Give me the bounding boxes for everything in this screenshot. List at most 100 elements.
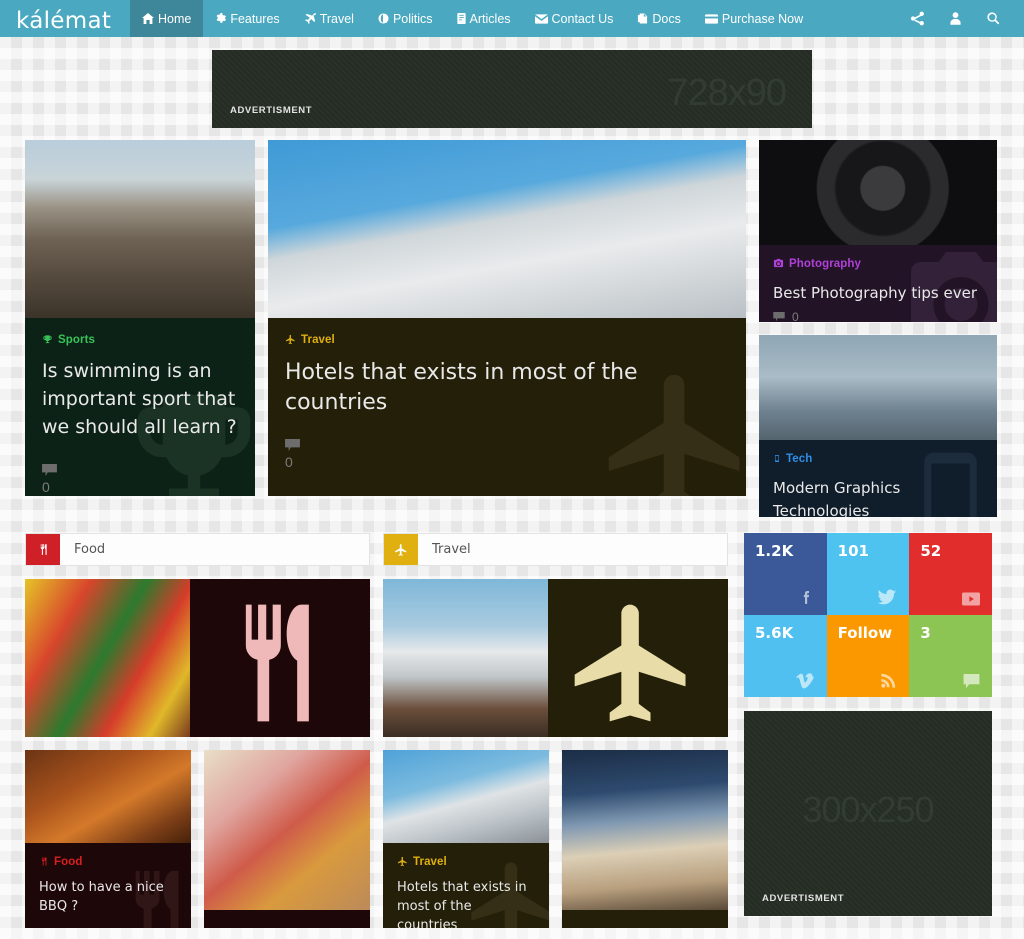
food-small-card-bbq-overlay: Food How to have a nice BBQ ? <box>25 843 191 928</box>
nav-item-travel[interactable]: Travel <box>292 0 366 37</box>
section-food-header[interactable]: Food <box>25 533 370 566</box>
hero-card-photography-overlay: Photography Best Photography tips ever 0 <box>759 245 997 322</box>
nav-item-purchase-now[interactable]: Purchase Now <box>693 0 815 37</box>
gear-icon <box>215 13 227 24</box>
nav-item-home[interactable]: Home <box>130 0 204 37</box>
social-tile-facebook[interactable]: 1.2K <box>744 533 827 615</box>
site-logo[interactable]: kálémat <box>0 0 130 37</box>
travel-small-card-hotels-title: Hotels that exists in most of the countr… <box>397 880 527 928</box>
section-food-title: Food <box>74 542 106 557</box>
hero-card-travel[interactable]: Travel Hotels that exists in most of the… <box>268 140 746 496</box>
search-icon[interactable] <box>978 4 1008 34</box>
travel-small-card-architecture-image <box>562 750 728 910</box>
hero-card-travel-comment-count: 0 <box>285 454 293 471</box>
globe-icon <box>378 13 389 24</box>
leaderboard-ad[interactable]: 728x90 ADVERTISMENT <box>212 50 812 128</box>
sidebar: 1.2K 101 52 5.6K Follow 3 300x250 ADVERT… <box>744 533 992 928</box>
comment-bubble-icon <box>285 439 729 452</box>
travel-small-row: Travel Hotels that exists in most of the… <box>383 750 728 928</box>
site-logo-text: kálémat <box>16 7 112 34</box>
section-travel-header[interactable]: Travel <box>383 533 728 566</box>
section-food: Food Food Chocolate is a SA <box>25 533 370 928</box>
vimeo-icon <box>795 670 816 690</box>
hero-card-sports-title: Is swimming is an important sport that w… <box>42 360 237 438</box>
leaderboard-ad-size: 728x90 <box>667 72 787 114</box>
nav-item-contact-us-label: Contact Us <box>551 11 614 26</box>
cutlery-icon <box>26 534 60 565</box>
facebook-icon <box>796 588 816 608</box>
hero-card-tech-category[interactable]: Tech <box>773 453 812 465</box>
trophy-icon <box>42 334 53 345</box>
nav-item-docs[interactable]: Docs <box>625 0 692 37</box>
nav-item-contact-us[interactable]: Contact Us <box>523 0 626 37</box>
hero-card-travel-overlay: Travel Hotels that exists in most of the… <box>268 318 746 496</box>
sections-main: Food Food Chocolate is a SA <box>25 533 731 928</box>
hero-card-travel-category-label: Travel <box>301 333 335 346</box>
nav-menu: Home Features Travel Politics Articles C <box>130 0 902 37</box>
travel-small-card-architecture-overlay <box>562 910 728 928</box>
food-small-card-salad-overlay <box>204 910 370 928</box>
social-tile-twitter[interactable]: 101 <box>826 533 910 615</box>
nav-item-articles-label: Articles <box>469 11 511 26</box>
hero-card-travel-title: Hotels that exists in most of the countr… <box>285 360 638 415</box>
camera-icon <box>773 258 784 269</box>
food-small-card-salad-image <box>204 750 370 910</box>
cutlery-watermark-icon <box>205 593 355 737</box>
hero-card-sports-comment-count: 0 <box>42 478 50 495</box>
user-icon[interactable] <box>940 4 970 34</box>
rss-icon <box>879 671 898 690</box>
main-navbar: kálémat Home Features Travel Politics Ar… <box>0 0 1024 37</box>
social-tile-vimeo[interactable]: 5.6K <box>744 615 827 697</box>
rectangle-ad-label: ADVERTISMENT <box>762 893 845 904</box>
social-tile-vimeo-count: 5.6K <box>755 624 794 642</box>
food-small-card-bbq-category[interactable]: Food <box>39 856 83 868</box>
nav-actions <box>902 0 1024 37</box>
hero-card-sports[interactable]: Sports Is swimming is an important sport… <box>25 140 255 496</box>
social-tile-rss[interactable]: Follow <box>826 615 910 697</box>
cutlery-icon <box>39 856 49 867</box>
food-small-card-bbq[interactable]: Food How to have a nice BBQ ? <box>25 750 191 928</box>
hero-card-photography-category[interactable]: Photography <box>773 258 861 270</box>
social-tile-comments-count: 3 <box>920 624 931 642</box>
food-small-card-salad[interactable] <box>204 750 370 928</box>
hero-card-tech[interactable]: Tech Modern Graphics Technologies 0 <box>759 335 997 517</box>
docs-icon <box>637 13 648 24</box>
travel-small-card-hotels-category[interactable]: Travel <box>397 856 447 868</box>
travel-featured-card[interactable]: Travel Top 10 Booking services 0 <box>383 579 728 737</box>
plane-icon <box>397 856 408 867</box>
hero-card-photography-image <box>759 140 997 245</box>
nav-item-politics-label: Politics <box>392 11 433 26</box>
hero-card-sports-category[interactable]: Sports <box>42 334 95 346</box>
hero-card-photography-category-label: Photography <box>789 257 862 270</box>
food-small-card-bbq-category-label: Food <box>54 855 83 868</box>
rectangle-ad[interactable]: 300x250 ADVERTISMENT <box>744 711 992 916</box>
comment-icon <box>962 673 981 690</box>
hero-card-sports-image <box>25 140 255 318</box>
social-tile-comments[interactable]: 3 <box>909 615 992 697</box>
travel-small-card-hotels-overlay: Travel Hotels that exists in most of the… <box>383 843 549 928</box>
nav-item-articles[interactable]: Articles <box>445 0 523 37</box>
social-tile-youtube[interactable]: 52 <box>909 533 992 615</box>
comment-bubble-icon <box>42 463 238 477</box>
hero-card-tech-overlay: Tech Modern Graphics Technologies 0 <box>759 440 997 517</box>
section-travel: Travel Travel Top 10 Bookin <box>383 533 728 928</box>
section-travel-title: Travel <box>432 542 471 557</box>
hero-card-tech-category-label: Tech <box>786 452 813 465</box>
nav-item-politics[interactable]: Politics <box>366 0 445 37</box>
hero-card-travel-category[interactable]: Travel <box>285 334 335 346</box>
envelope-icon <box>534 13 548 24</box>
hero-card-tech-title: Modern Graphics Technologies <box>773 479 901 517</box>
book-icon <box>456 13 466 24</box>
nav-item-features[interactable]: Features <box>203 0 291 37</box>
card-icon <box>704 13 718 24</box>
nav-item-docs-label: Docs <box>652 11 681 26</box>
content-container: Sports Is swimming is an important sport… <box>25 140 999 928</box>
food-featured-card[interactable]: Food Chocolate is a SALAD !! 0 <box>25 579 370 737</box>
travel-small-card-architecture[interactable] <box>562 750 728 928</box>
travel-featured-overlay: Travel Top 10 Booking services 0 <box>548 579 728 737</box>
home-icon <box>142 13 154 24</box>
share-icon[interactable] <box>902 4 932 34</box>
hero-card-photography[interactable]: Photography Best Photography tips ever 0 <box>759 140 997 322</box>
travel-small-card-hotels[interactable]: Travel Hotels that exists in most of the… <box>383 750 549 928</box>
hero-card-photography-title: Best Photography tips ever <box>773 284 977 302</box>
